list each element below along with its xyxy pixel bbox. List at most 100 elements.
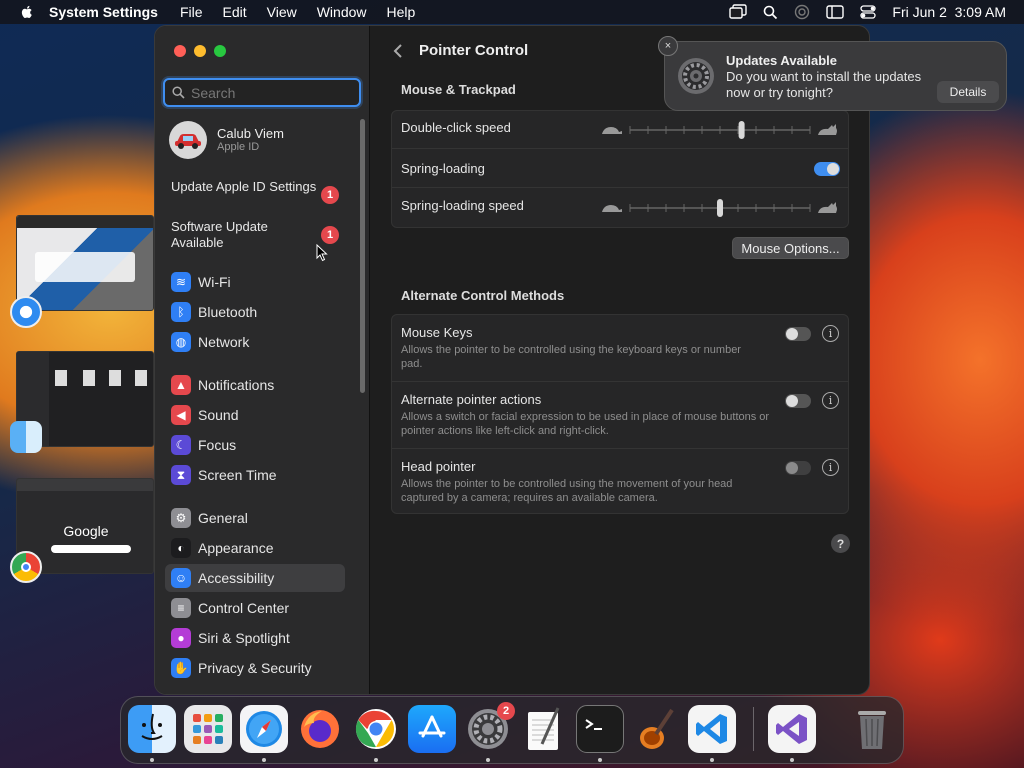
double-click-speed-slider[interactable]	[600, 120, 840, 140]
updates-notification[interactable]: Updates Available Do you want to install…	[664, 41, 1007, 111]
dock-finder[interactable]	[128, 705, 176, 753]
spring-loading-speed-slider[interactable]	[600, 198, 840, 218]
sidebar-item-bluetooth[interactable]: ᛒ Bluetooth	[165, 298, 345, 326]
dock-firefox[interactable]	[296, 705, 344, 753]
head-pointer-description: Allows the pointer to be controlled usin…	[401, 478, 733, 504]
dock-safari[interactable]	[240, 705, 288, 753]
dock-terminal[interactable]	[576, 705, 624, 753]
dock-terminal-running-indicator	[598, 758, 602, 762]
sidebar-scrollbar[interactable]	[360, 119, 365, 393]
sidebar-item-label: Bluetooth	[198, 304, 258, 320]
head-pointer-label: Head pointer	[401, 459, 476, 474]
sidebar-item-appearance[interactable]: ◐ Appearance	[165, 534, 345, 562]
help-button[interactable]: ?	[831, 534, 850, 553]
sidebar-item-general[interactable]: ⚙ General	[165, 504, 345, 532]
alternate-pointer-actions-info-icon[interactable]: i	[822, 392, 839, 409]
dock-visual-studio[interactable]	[768, 705, 816, 753]
control-center-icon[interactable]	[860, 5, 877, 19]
back-chevron-icon[interactable]	[391, 42, 405, 60]
mouse-keys-toggle[interactable]	[785, 327, 811, 341]
dock-garageband[interactable]	[632, 705, 680, 753]
notification-details-button[interactable]: Details	[937, 81, 999, 103]
safari-thumbnail-icon	[10, 296, 42, 328]
zoom-window-button[interactable]	[214, 45, 226, 57]
textedit-icon	[528, 707, 560, 750]
sidebar-item-label: Screen Time	[198, 467, 277, 483]
search-input[interactable]	[191, 84, 351, 102]
hand-icon: ✋	[171, 658, 191, 678]
head-pointer-info-icon[interactable]: i	[822, 459, 839, 476]
window-thumbnail-safari[interactable]	[16, 215, 154, 311]
alternate-pointer-actions-toggle[interactable]	[785, 394, 811, 408]
mouse-keys-label: Mouse Keys	[401, 325, 473, 340]
sidebar-item-screen-time[interactable]: ⧗ Screen Time	[165, 461, 345, 489]
menu-file[interactable]: File	[180, 4, 203, 20]
dock-trash[interactable]	[848, 705, 896, 753]
rabbit-fast-icon	[818, 202, 837, 213]
clock[interactable]: Fri Jun 2 3:09 AM	[892, 4, 1006, 20]
menu-help[interactable]: Help	[387, 4, 416, 20]
sidebar-item-network[interactable]: ◍ Network	[165, 328, 345, 356]
sidebar-item-notifications[interactable]: ▲ Notifications	[165, 371, 345, 399]
sidebar-item-privacy-security[interactable]: ✋ Privacy & Security	[165, 654, 345, 682]
launchpad-icon	[193, 714, 223, 744]
apple-menu-icon[interactable]	[19, 4, 35, 20]
sidebar-item-label: Sound	[198, 407, 239, 423]
dock-textedit[interactable]	[520, 705, 568, 753]
sidebar-item-wi-fi[interactable]: ≋ Wi-Fi	[165, 268, 345, 296]
sidebar-item-label: Appearance	[198, 540, 274, 556]
hourglass-icon: ⧗	[171, 465, 191, 485]
spring-loading-toggle[interactable]	[814, 162, 840, 176]
apple-id-profile[interactable]: Calub Viem Apple ID	[169, 119, 359, 161]
mouse-keys-info-icon[interactable]: i	[822, 325, 839, 342]
moon-icon: ☾	[171, 435, 191, 455]
dock-visual-studio-running-indicator	[790, 758, 794, 762]
spring-loading-row: Spring-loading	[392, 149, 848, 188]
dock-vscode-running-indicator	[710, 758, 714, 762]
menu-edit[interactable]: Edit	[223, 4, 247, 20]
sidebar-item-accessibility[interactable]: ☺ Accessibility	[165, 564, 345, 592]
mouse-options-button[interactable]: Mouse Options...	[732, 237, 849, 259]
appearance-icon: ◐	[171, 538, 191, 558]
sidebar-item-label: Privacy & Security	[198, 660, 312, 676]
search-field[interactable]	[163, 78, 361, 107]
sidebar-toggle-icon[interactable]	[826, 5, 845, 19]
head-pointer-row: Head pointer Allows the pointer to be co…	[392, 449, 848, 514]
menu-view[interactable]: View	[267, 4, 297, 20]
sidebar-item-sound[interactable]: ◀ Sound	[165, 401, 345, 429]
sidebar-item-focus[interactable]: ☾ Focus	[165, 431, 345, 459]
speaker-icon: ◀	[171, 405, 191, 425]
notification-close-button[interactable]: ×	[658, 36, 678, 56]
mouse-keys-description: Allows the pointer to be controlled usin…	[401, 344, 741, 370]
minimize-window-button[interactable]	[194, 45, 206, 57]
close-window-button[interactable]	[174, 45, 186, 57]
slider-thumb[interactable]	[738, 121, 745, 139]
dock-launchpad[interactable]	[184, 705, 232, 753]
app-name-menu[interactable]: System Settings	[49, 4, 158, 20]
alternate-pointer-actions-row: Alternate pointer actions Allows a switc…	[392, 382, 848, 449]
dock-system-settings-running-indicator	[486, 758, 490, 762]
dock-app-store[interactable]	[408, 705, 456, 753]
dock-vscode[interactable]	[688, 705, 736, 753]
menu-window[interactable]: Window	[317, 4, 367, 20]
update-apple-id-badge: 1	[321, 186, 339, 204]
software-update-item[interactable]: Software Update Available	[171, 219, 321, 251]
mouse-keys-row: Mouse Keys Allows the pointer to be cont…	[392, 315, 848, 382]
sidebar-item-label: Accessibility	[198, 570, 275, 586]
system-settings-gear-icon	[678, 58, 714, 94]
spotlight-search-icon[interactable]	[763, 5, 778, 20]
spring-loading-speed-row: Spring-loading speed	[392, 188, 848, 228]
head-pointer-toggle[interactable]	[785, 461, 811, 475]
visual-studio-icon	[776, 714, 807, 744]
firefox-icon	[301, 710, 339, 748]
slider-thumb[interactable]	[717, 199, 723, 217]
airplay-icon[interactable]	[794, 4, 810, 20]
sidebar-item-label: Control Center	[198, 600, 290, 616]
dock-chrome[interactable]	[352, 705, 400, 753]
update-apple-id-item[interactable]: Update Apple ID Settings	[171, 179, 321, 195]
sidebar-item-siri-spotlight[interactable]: ● Siri & Spotlight	[165, 624, 345, 652]
screen-mirroring-icon[interactable]	[729, 4, 748, 20]
sidebar-item-control-center[interactable]: ≡ Control Center	[165, 594, 345, 622]
bluetooth-icon: ᛒ	[171, 302, 191, 322]
software-update-badge: 1	[321, 226, 339, 244]
